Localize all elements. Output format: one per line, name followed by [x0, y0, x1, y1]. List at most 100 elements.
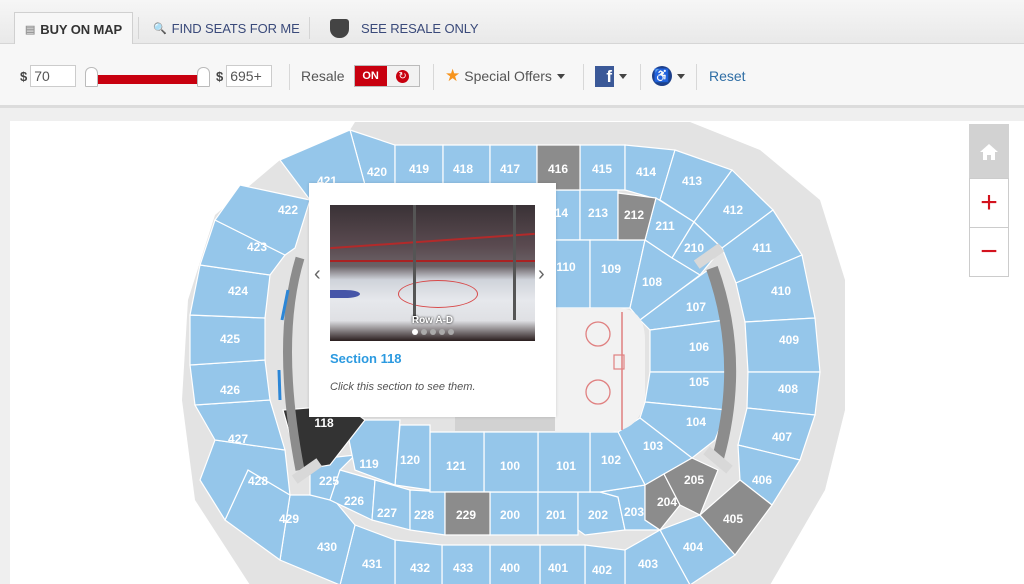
aisle-highlight — [277, 369, 282, 401]
section-label: 229 — [456, 508, 476, 522]
section-label: 404 — [683, 540, 703, 554]
section-label: 211 — [655, 219, 675, 233]
team-benches — [455, 417, 555, 431]
section-preview-popup: ‹ › Row A-D Section 118 Click this secti… — [309, 183, 556, 417]
section-label: 213 — [588, 206, 608, 220]
reset-link[interactable]: Reset — [709, 68, 746, 84]
divider — [583, 64, 584, 90]
section-label: 412 — [723, 203, 743, 217]
section-label: 433 — [453, 561, 473, 575]
section-label: 428 — [248, 474, 268, 488]
map-zoom-controls: + − — [969, 124, 1009, 277]
max-price-handle[interactable] — [197, 67, 210, 87]
min-price-handle[interactable] — [85, 67, 98, 87]
zoom-out-button[interactable]: − — [969, 227, 1009, 277]
section-label: 425 — [220, 332, 240, 346]
tab-find-seats[interactable]: 🔍 FIND SEATS FOR ME — [153, 12, 300, 44]
section-label: 417 — [500, 162, 520, 176]
section-label: 105 — [689, 375, 709, 389]
resale-toggle[interactable]: ON ↻ — [353, 65, 420, 87]
pagination-dot[interactable] — [429, 329, 436, 335]
min-price-input[interactable]: 70 — [30, 65, 77, 87]
section-label: 109 — [601, 262, 621, 276]
section-label: 405 — [723, 512, 743, 526]
pagination-dot[interactable] — [420, 329, 427, 335]
pagination-dot[interactable] — [411, 329, 418, 335]
facebook-icon: f — [595, 65, 614, 87]
section-label: 415 — [592, 162, 612, 176]
next-photo-arrow[interactable]: › — [538, 263, 545, 286]
section-label: 409 — [779, 333, 799, 347]
resale-label: Resale — [301, 68, 345, 84]
tab-buy-on-map[interactable]: ▤ BUY ON MAP — [14, 12, 134, 45]
section-label: 422 — [278, 203, 298, 217]
section-label: 201 — [546, 508, 566, 522]
section-label: 228 — [414, 508, 434, 522]
popup-section-description: Click this section to see them. — [330, 381, 476, 393]
section-label: 200 — [500, 508, 520, 522]
chevron-down-icon — [677, 73, 685, 79]
price-range-slider[interactable] — [97, 75, 200, 84]
section-label: 430 — [317, 540, 337, 554]
section-label: 419 — [409, 162, 429, 176]
photo-detail — [398, 280, 478, 308]
section-label: 227 — [377, 506, 397, 520]
accessibility-dropdown[interactable]: ♿ — [652, 44, 685, 108]
max-price-input[interactable]: 695+ — [226, 65, 273, 87]
section-label: 118 — [314, 416, 334, 430]
section-label: 121 — [446, 459, 466, 473]
section-label: 401 — [548, 561, 568, 575]
refresh-icon: ↻ — [386, 66, 419, 86]
section-view-photo[interactable]: Row A-D — [330, 205, 535, 341]
pagination-dot[interactable] — [438, 329, 445, 335]
section-label: 418 — [453, 162, 473, 176]
section-label: 410 — [771, 284, 791, 298]
section-label: 110 — [556, 260, 576, 274]
currency-symbol: $ — [20, 68, 28, 84]
photo-detail — [413, 205, 416, 320]
tab-label: SEE RESALE ONLY — [361, 20, 479, 36]
chevron-down-icon — [619, 73, 627, 79]
accessibility-icon: ♿ — [652, 66, 672, 86]
ticket-icon: ▤ — [25, 23, 36, 36]
section-label: 423 — [247, 240, 267, 254]
section-label: 429 — [279, 512, 299, 526]
map-home-button[interactable] — [969, 124, 1009, 179]
tab-divider — [309, 17, 310, 39]
tab-divider — [138, 17, 139, 39]
section-label: 402 — [592, 563, 612, 577]
section-label: 204 — [657, 495, 677, 509]
pagination-dot[interactable] — [447, 329, 454, 335]
special-offers-label: Special Offers — [464, 68, 552, 84]
photo-detail — [513, 205, 516, 320]
section-label: 420 — [367, 165, 387, 179]
previous-photo-arrow[interactable]: ‹ — [314, 263, 321, 286]
section-label: 431 — [362, 557, 382, 571]
special-offers-dropdown[interactable]: ★ Special Offers — [445, 44, 565, 108]
section-label: 226 — [344, 494, 364, 508]
section-label: 103 — [643, 439, 663, 453]
section-label: 106 — [689, 340, 709, 354]
facebook-share-dropdown[interactable]: f — [595, 44, 627, 108]
section-label: 107 — [686, 300, 706, 314]
section-label: 403 — [638, 557, 658, 571]
star-icon: ★ — [445, 66, 461, 85]
divider — [433, 64, 434, 90]
tab-bar: ▤ BUY ON MAP 🔍 FIND SEATS FOR ME SEE RES… — [0, 0, 1024, 45]
tab-label: FIND SEATS FOR ME — [171, 20, 300, 36]
section-label: 202 — [588, 508, 608, 522]
section-label: 205 — [684, 473, 704, 487]
zoom-in-button[interactable]: + — [969, 178, 1009, 228]
divider — [640, 64, 641, 90]
section-label: 400 — [500, 561, 520, 575]
section-label: 426 — [220, 383, 240, 397]
section-label: 100 — [500, 459, 520, 473]
tab-see-resale[interactable]: SEE RESALE ONLY — [330, 12, 479, 44]
section-label: 210 — [684, 241, 704, 255]
photo-caption: Row A-D — [411, 315, 454, 326]
currency-symbol: $ — [216, 68, 224, 84]
section-label: 406 — [752, 473, 772, 487]
photo-detail — [330, 232, 535, 250]
section-label: 120 — [400, 453, 420, 467]
section-label: 432 — [410, 561, 430, 575]
